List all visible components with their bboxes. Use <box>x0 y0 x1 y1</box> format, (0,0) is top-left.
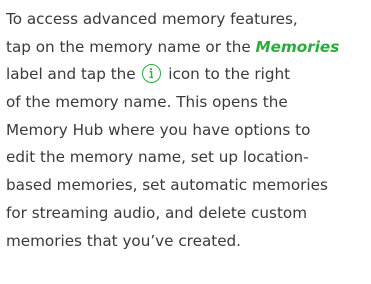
paragraph-line-8: for streaming audio, and delete custom <box>6 203 307 222</box>
paragraph-line-4: of the memory name. This opens the <box>6 93 288 112</box>
paragraph-line-5: Memory Hub where you have options to <box>6 120 311 139</box>
paragraph-line-1: To access advanced memory features, <box>6 10 298 28</box>
paragraph-line-2-text: tap on the memory name or the <box>6 37 256 56</box>
memories-label-emphasis: Memories <box>255 37 340 56</box>
paragraph-line-6: edit the memory name, set up location- <box>6 148 309 167</box>
paragraph-line-3-text-before: label and tap the <box>6 65 141 84</box>
paragraph-line-3: label and tap the icon to the right <box>6 61 368 89</box>
paragraph-line-9: memories that you’ve created. <box>6 231 242 250</box>
paragraph-line-3-text-after: icon to the right <box>163 65 291 84</box>
info-icon <box>142 64 162 84</box>
paragraph-line-2: tap on the memory name or the Memories <box>6 34 368 62</box>
instruction-paragraph: To access advanced memory features, tap … <box>6 6 368 255</box>
paragraph-line-7: based memories, set automatic memories <box>6 176 328 195</box>
